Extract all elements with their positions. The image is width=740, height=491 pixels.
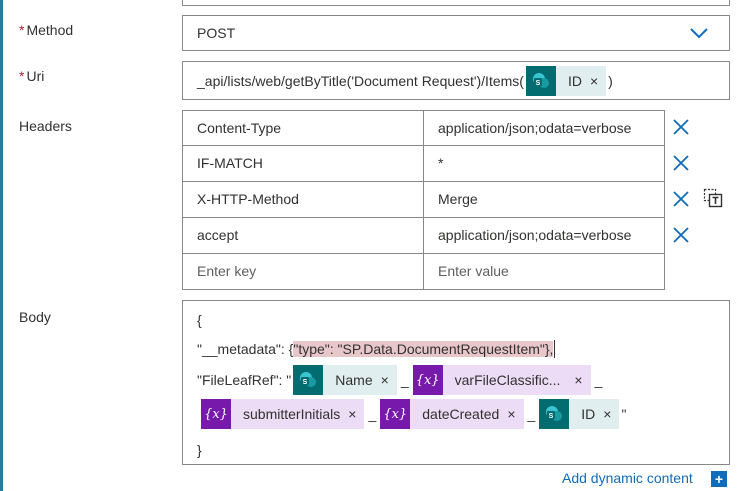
submitterinitials-token[interactable]: {x} submitterInitials × bbox=[201, 399, 365, 429]
token-label: submitterInitials bbox=[243, 406, 341, 422]
sharepoint-icon: S bbox=[293, 365, 324, 395]
body-line: } bbox=[197, 442, 202, 458]
close-icon[interactable] bbox=[672, 226, 690, 244]
close-icon[interactable]: × bbox=[603, 406, 611, 422]
table-row: Enter key Enter value bbox=[182, 254, 665, 290]
body-editor[interactable]: { "__metadata": {"type": "SP.Data.Docume… bbox=[182, 300, 730, 465]
variable-icon: {x} bbox=[380, 399, 411, 429]
headers-table: Content-Type application/json;odata=verb… bbox=[182, 110, 665, 290]
id-token[interactable]: S ID × bbox=[539, 399, 620, 429]
sharepoint-icon: S bbox=[539, 399, 570, 429]
variable-icon: {x} bbox=[412, 365, 443, 395]
metadata-key: "__metadata": { bbox=[197, 341, 294, 357]
header-value-input[interactable]: application/json;odata=verbose bbox=[424, 218, 664, 253]
token-label: varFileClassific... bbox=[454, 372, 561, 388]
close-icon[interactable]: × bbox=[348, 406, 356, 422]
header-key-input[interactable]: Content-Type bbox=[183, 111, 424, 146]
close-icon[interactable]: × bbox=[574, 372, 582, 388]
sharepoint-icon: S bbox=[525, 66, 556, 96]
close-icon[interactable]: × bbox=[590, 73, 598, 89]
header-key-input[interactable]: accept bbox=[183, 218, 424, 253]
datecreated-token[interactable]: {x} dateCreated × bbox=[380, 399, 524, 429]
uri-id-token[interactable]: S ID × bbox=[525, 66, 607, 96]
new-header-key-input[interactable]: Enter key bbox=[183, 254, 424, 289]
uri-suffix: ) bbox=[608, 73, 613, 89]
uri-input[interactable]: _api/lists/web/getByTitle('Document Requ… bbox=[182, 61, 730, 100]
chevron-down-icon[interactable] bbox=[689, 26, 709, 43]
header-value-input[interactable]: Merge bbox=[424, 182, 664, 217]
add-dynamic-content-link[interactable]: Add dynamic content bbox=[562, 470, 693, 486]
close-icon[interactable] bbox=[672, 190, 690, 208]
left-accent-bar bbox=[0, 0, 3, 491]
svg-text:S: S bbox=[536, 80, 541, 87]
body-line: "__metadata": {"type": "SP.Data.Document… bbox=[197, 339, 556, 359]
token-label: ID bbox=[567, 73, 582, 89]
text-copy-icon[interactable] bbox=[703, 188, 723, 208]
body-line: {x} submitterInitials × _ {x} dateCreate… bbox=[199, 399, 626, 429]
method-value: POST bbox=[197, 25, 236, 41]
method-dropdown[interactable]: POST bbox=[182, 15, 730, 51]
new-header-value-input[interactable]: Enter value bbox=[424, 254, 664, 289]
close-icon[interactable] bbox=[672, 154, 690, 172]
token-label: Name bbox=[335, 372, 373, 388]
table-row: accept application/json;odata=verbose bbox=[182, 218, 665, 254]
table-row: IF-MATCH * bbox=[182, 146, 665, 182]
metadata-type-highlight: "type": "SP.Data.DocumentRequestItem"}, bbox=[293, 341, 554, 357]
svg-text:S: S bbox=[303, 379, 308, 386]
close-icon[interactable] bbox=[672, 118, 690, 136]
header-value-input[interactable]: * bbox=[424, 146, 664, 181]
header-value-input[interactable]: application/json;odata=verbose bbox=[424, 111, 664, 146]
close-icon[interactable]: × bbox=[507, 406, 515, 422]
body-line: { bbox=[197, 312, 202, 328]
table-row: X-HTTP-Method Merge bbox=[182, 182, 665, 218]
headers-label: Headers bbox=[19, 118, 72, 134]
previous-field-box bbox=[182, 0, 730, 6]
text-cursor bbox=[554, 340, 556, 358]
fileleafref-key: "FileLeafRef": " bbox=[197, 372, 292, 388]
plus-icon[interactable]: + bbox=[711, 471, 727, 487]
method-label: * Method bbox=[19, 22, 74, 38]
separator: _ bbox=[368, 406, 377, 422]
close-icon[interactable]: × bbox=[381, 372, 389, 388]
separator: _ bbox=[400, 372, 409, 388]
closing-quote: " bbox=[621, 406, 627, 422]
separator: _ bbox=[527, 406, 536, 422]
header-key-input[interactable]: X-HTTP-Method bbox=[183, 182, 424, 217]
body-label: Body bbox=[19, 309, 51, 325]
token-label: dateCreated bbox=[422, 406, 500, 422]
variable-icon: {x} bbox=[201, 399, 231, 429]
varfileclassification-token[interactable]: {x} varFileClassific... × bbox=[412, 365, 591, 395]
separator: _ bbox=[594, 372, 603, 388]
uri-label: * Uri bbox=[19, 68, 45, 84]
name-token[interactable]: S Name × bbox=[293, 365, 397, 395]
uri-prefix: _api/lists/web/getByTitle('Document Requ… bbox=[197, 73, 524, 89]
header-key-input[interactable]: IF-MATCH bbox=[183, 146, 424, 181]
token-label: ID bbox=[581, 406, 596, 422]
svg-text:S: S bbox=[549, 413, 554, 420]
body-line: "FileLeafRef": " S Name × _ {x} varFileC… bbox=[197, 365, 604, 395]
table-row: Content-Type application/json;odata=verb… bbox=[182, 110, 665, 146]
uri-content: _api/lists/web/getByTitle('Document Requ… bbox=[197, 66, 613, 96]
